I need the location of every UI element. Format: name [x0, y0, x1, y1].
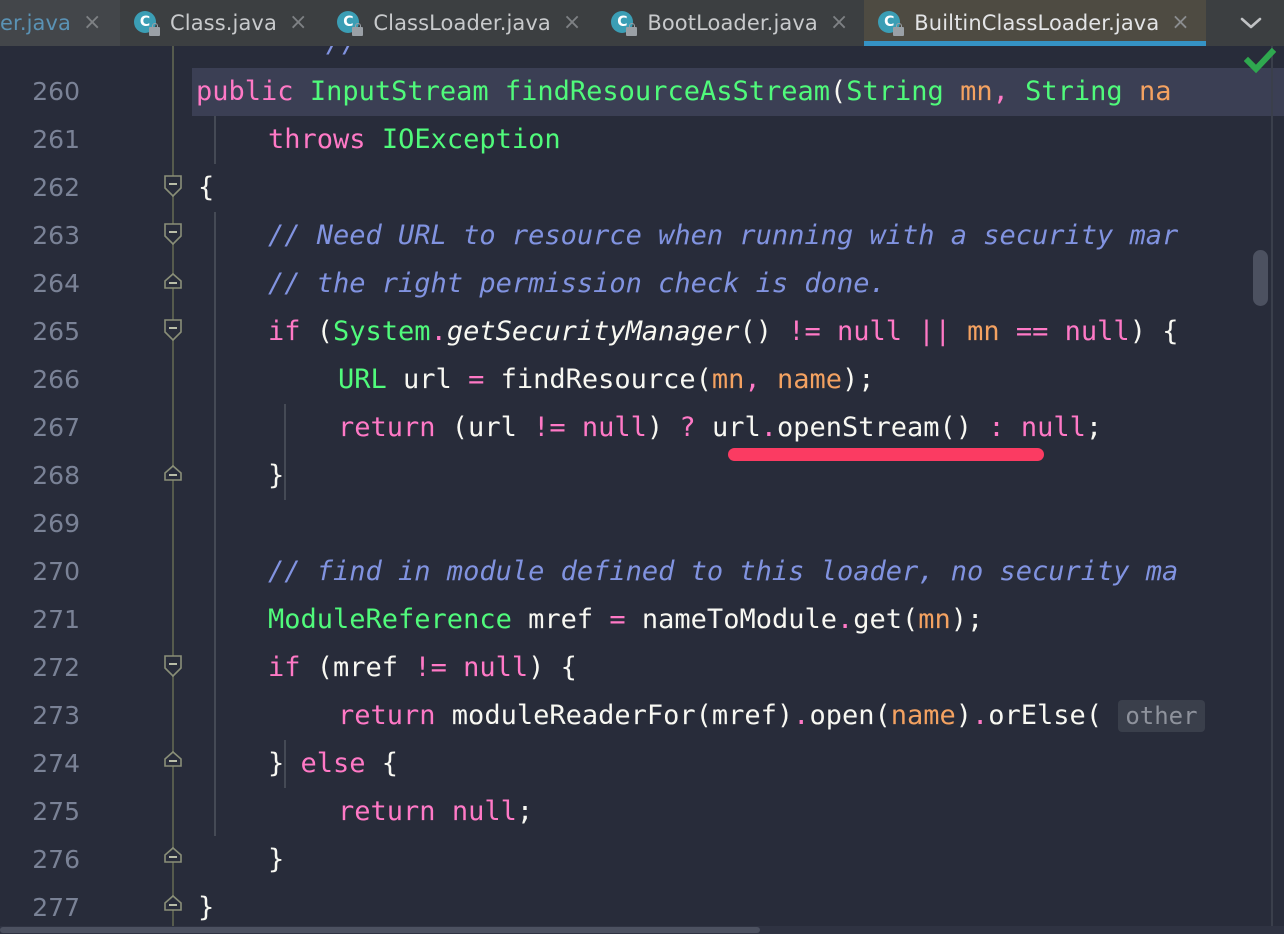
show-more-tabs-button[interactable]	[1218, 0, 1284, 46]
code-text: public InputStream findResourceAsStream(…	[196, 76, 1172, 107]
horizontal-scrollbar-thumb[interactable]	[0, 927, 760, 933]
code-line-264[interactable]: // the right permission check is done.	[0, 260, 1284, 308]
line-number: 268	[32, 461, 80, 490]
code-text: // Need URL to resource when running wit…	[268, 220, 1179, 251]
code-text: //	[196, 46, 359, 68]
close-icon[interactable]: ×	[1169, 12, 1191, 34]
editor-tab-bar: er.java × C Class.java × C ClassLoader.j…	[0, 0, 1284, 46]
fold-marker-icon[interactable]	[163, 894, 183, 918]
line-number: 262	[32, 173, 80, 202]
line-number: 266	[32, 365, 80, 394]
fold-marker-icon[interactable]	[163, 272, 183, 296]
java-class-icon: C	[337, 10, 364, 36]
code-text: }	[198, 892, 215, 923]
code-line-269[interactable]	[0, 500, 1284, 548]
line-number: 264	[32, 269, 80, 298]
code-line-273[interactable]: return moduleReaderFor(mref).open(name).…	[0, 692, 1284, 740]
chevron-down-icon	[1240, 17, 1262, 29]
code-line-268[interactable]: }	[0, 452, 1284, 500]
code-line-265[interactable]: if (System.getSecurityManager() != null …	[0, 308, 1284, 356]
code-text: return null;	[338, 796, 534, 827]
java-class-icon: C	[134, 10, 160, 36]
fold-marker-icon[interactable]	[163, 750, 183, 774]
code-text: return moduleReaderFor(mref).open(name).…	[338, 692, 1205, 740]
tab-label: ClassLoader.java	[373, 11, 551, 35]
code-line-260[interactable]: public InputStream findResourceAsStream(…	[0, 68, 1284, 116]
editor-tab-2[interactable]: C ClassLoader.java ×	[323, 0, 598, 46]
code-text: if (mref != null) {	[268, 652, 577, 683]
code-line-261[interactable]: throws IOException	[0, 116, 1284, 164]
code-text: }	[268, 844, 285, 875]
fold-marker-icon[interactable]	[163, 654, 183, 678]
code-line-277[interactable]: }	[0, 884, 1284, 932]
green-checkmark-icon	[1243, 47, 1277, 74]
editor-tab-1[interactable]: C Class.java ×	[120, 0, 324, 46]
code-text: ModuleReference mref = nameToModule.get(…	[268, 604, 984, 635]
close-icon[interactable]: ×	[561, 12, 583, 34]
code-line-276[interactable]: }	[0, 836, 1284, 884]
tab-label: er.java	[0, 11, 72, 35]
code-text: }	[268, 460, 285, 491]
code-text: // find in module defined to this loader…	[268, 556, 1179, 587]
inspection-status-checkmark[interactable]	[1243, 47, 1277, 78]
horizontal-scrollbar-track[interactable]	[0, 926, 1284, 934]
code-line-274[interactable]: } else {	[0, 740, 1284, 788]
code-text: if (System.getSecurityManager() != null …	[268, 316, 1179, 347]
tab-label: BuiltinClassLoader.java	[914, 11, 1160, 35]
inlay-hint[interactable]: other	[1118, 700, 1205, 732]
fold-marker-icon[interactable]	[163, 318, 183, 342]
editor-right-border	[1271, 46, 1273, 934]
code-text: {	[198, 172, 215, 203]
code-text: // the right permission check is done.	[268, 268, 886, 299]
line-number: 261	[32, 125, 80, 154]
code-line-263[interactable]: // Need URL to resource when running wit…	[0, 212, 1284, 260]
close-icon[interactable]: ×	[828, 12, 850, 34]
line-number: 272	[32, 653, 80, 682]
fold-marker-icon[interactable]	[163, 222, 183, 246]
code-content[interactable]: // public InputStream findResourceAsStre…	[0, 46, 1284, 934]
code-text: } else {	[268, 748, 399, 779]
editor-window: er.java × C Class.java × C ClassLoader.j…	[0, 0, 1284, 934]
line-number: 265	[32, 317, 80, 346]
code-text: throws IOException	[268, 124, 561, 155]
code-line-259[interactable]: //	[0, 46, 1284, 68]
line-number: 270	[32, 557, 80, 586]
annotation-underline	[728, 448, 1044, 461]
code-line-271[interactable]: ModuleReference mref = nameToModule.get(…	[0, 596, 1284, 644]
code-line-262[interactable]: {	[0, 164, 1284, 212]
line-number: 275	[32, 797, 80, 826]
code-line-266[interactable]: URL url = findResource(mn, name);	[0, 356, 1284, 404]
close-icon[interactable]: ×	[287, 12, 309, 34]
editor-tab-0[interactable]: er.java ×	[0, 0, 120, 46]
line-number: 267	[32, 413, 80, 442]
line-number: 274	[32, 749, 80, 778]
fold-marker-icon[interactable]	[163, 174, 183, 198]
code-line-272[interactable]: if (mref != null) {	[0, 644, 1284, 692]
tab-label: Class.java	[170, 11, 277, 35]
code-text: return (url != null) ? url.openStream() …	[338, 412, 1103, 443]
code-line-267[interactable]: return (url != null) ? url.openStream() …	[0, 404, 1284, 452]
code-line-270[interactable]: // find in module defined to this loader…	[0, 548, 1284, 596]
close-icon[interactable]: ×	[81, 12, 103, 34]
line-number: 276	[32, 845, 80, 874]
code-text: URL url = findResource(mn, name);	[338, 364, 875, 395]
java-class-icon: C	[878, 10, 905, 36]
line-number: 277	[32, 893, 80, 922]
code-editor[interactable]: 260 261 262 263 264 265 266 267 268 269 …	[0, 46, 1284, 934]
fold-marker-icon[interactable]	[163, 464, 183, 488]
editor-tab-3[interactable]: C BootLoader.java ×	[597, 0, 865, 46]
vertical-scrollbar-thumb[interactable]	[1253, 250, 1268, 306]
line-number: 269	[32, 509, 80, 538]
tab-label: BootLoader.java	[647, 11, 818, 35]
line-number: 271	[32, 605, 80, 634]
editor-tab-4-active[interactable]: C BuiltinClassLoader.java ×	[864, 0, 1207, 46]
line-number: 273	[32, 701, 80, 730]
code-line-275[interactable]: return null;	[0, 788, 1284, 836]
fold-marker-icon[interactable]	[163, 846, 183, 870]
java-class-icon: C	[611, 10, 638, 36]
line-number: 263	[32, 221, 80, 250]
line-number: 260	[32, 77, 80, 106]
